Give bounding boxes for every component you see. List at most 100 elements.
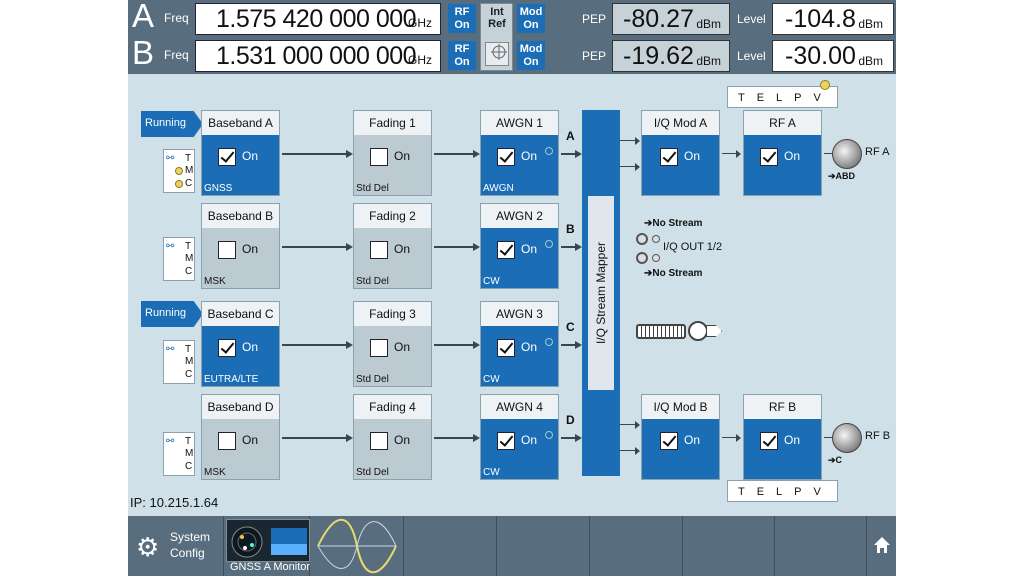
- link-icon: ⚯: [166, 344, 175, 355]
- arrow-icon: [473, 341, 480, 349]
- tmc-box-d[interactable]: ⚯ T M C: [163, 432, 195, 476]
- rf-toggle-a[interactable]: RF On: [448, 4, 476, 33]
- arrow-icon: [346, 243, 353, 251]
- bnc-connector-icon[interactable]: [636, 233, 648, 245]
- stream-mapper-panel: I/Q Stream Mapper: [588, 196, 614, 390]
- signal-line: [824, 437, 832, 438]
- taskbar-slot-5[interactable]: [497, 516, 590, 576]
- block-title: RF B: [744, 395, 821, 419]
- on-checkbox[interactable]: [370, 432, 388, 450]
- pep-value: -80.27: [623, 5, 694, 33]
- on-checkbox[interactable]: [497, 241, 515, 259]
- block-title: AWGN 1: [481, 111, 558, 135]
- taskbar-slot-8[interactable]: [775, 516, 867, 576]
- link-icon: ⚯: [166, 436, 175, 447]
- block-title: I/Q Mod B: [642, 395, 719, 419]
- signal-line: [561, 153, 575, 155]
- block-subtitle: Std Del: [356, 374, 389, 385]
- level-unit: dBm: [858, 17, 883, 31]
- running-indicator-c[interactable]: Running: [141, 301, 203, 327]
- tmc-box-c[interactable]: ⚯ T M C: [163, 340, 195, 384]
- baseband-c-block[interactable]: Baseband C On EUTRA/LTE: [201, 301, 280, 387]
- iq-mod-a-block[interactable]: I/Q Mod A On: [641, 110, 720, 196]
- level-label: Level: [737, 12, 766, 26]
- rf-b-block[interactable]: RF B On: [743, 394, 822, 480]
- int-ref-label: Int Ref: [488, 6, 506, 30]
- on-checkbox[interactable]: [370, 339, 388, 357]
- bnc-connector-icon[interactable]: [636, 252, 648, 264]
- on-checkbox[interactable]: [370, 241, 388, 259]
- on-checkbox[interactable]: [497, 148, 515, 166]
- rf-b-connector-icon[interactable]: [832, 423, 862, 453]
- level-field-b[interactable]: -30.00 dBm: [772, 40, 894, 72]
- signal-line: [561, 437, 575, 439]
- reference-icon: [485, 42, 509, 66]
- baseband-b-block[interactable]: Baseband B On MSK: [201, 203, 280, 289]
- waveform-tile[interactable]: [310, 516, 404, 576]
- header: A Freq 1.575 420 000 000 GHz RF On Mod O…: [128, 0, 896, 74]
- rf-a-block[interactable]: RF A On: [743, 110, 822, 196]
- awgn-4-block[interactable]: AWGN 4 On CW: [480, 394, 559, 480]
- on-checkbox[interactable]: [660, 432, 678, 450]
- running-indicator-a[interactable]: Running: [141, 111, 203, 137]
- block-title: Fading 3: [354, 302, 431, 326]
- tmc-box-b[interactable]: ⚯ T M C: [163, 237, 195, 281]
- fading-4-block[interactable]: Fading 4 On Std Del: [353, 394, 432, 480]
- baseband-d-block[interactable]: Baseband D On MSK: [201, 394, 280, 480]
- iq-stream-mapper[interactable]: I/Q Stream Mapper: [582, 110, 620, 476]
- fading-2-block[interactable]: Fading 2 On Std Del: [353, 203, 432, 289]
- gnss-monitor-tile[interactable]: GNSS A Monitor: [224, 516, 310, 576]
- rf-a-connector-label: RF A: [865, 146, 890, 158]
- gear-icon: ⚙: [136, 532, 160, 562]
- awgn-2-block[interactable]: AWGN 2 On CW: [480, 203, 559, 289]
- rf-a-routing: ➔ABD: [828, 171, 856, 181]
- taskbar-slot-4[interactable]: [404, 516, 497, 576]
- block-title: Baseband D: [202, 395, 279, 419]
- block-subtitle: Std Del: [356, 276, 389, 287]
- awgn-3-block[interactable]: AWGN 3 On CW: [480, 301, 559, 387]
- home-icon[interactable]: [873, 536, 891, 554]
- on-checkbox[interactable]: [218, 148, 236, 166]
- fading-3-block[interactable]: Fading 3 On Std Del: [353, 301, 432, 387]
- on-checkbox[interactable]: [218, 339, 236, 357]
- telpv-indicator-a[interactable]: TELPV: [727, 86, 838, 108]
- telpv-indicator-b[interactable]: TELPV: [727, 480, 838, 502]
- mod-toggle-a[interactable]: Mod On: [517, 4, 545, 33]
- taskbar-slot-6[interactable]: [590, 516, 683, 576]
- freq-unit: GHz: [408, 53, 432, 67]
- rf-a-connector-icon[interactable]: [832, 139, 862, 169]
- mod-toggle-b[interactable]: Mod On: [517, 41, 545, 70]
- on-checkbox[interactable]: [760, 148, 778, 166]
- iq-mod-b-block[interactable]: I/Q Mod B On: [641, 394, 720, 480]
- tmc-box-a[interactable]: ⚯ T M C: [163, 149, 195, 193]
- arrow-icon: [473, 243, 480, 251]
- int-ref-button[interactable]: Int Ref: [480, 3, 513, 71]
- taskbar-slot-7[interactable]: [683, 516, 775, 576]
- block-title: RF A: [744, 111, 821, 135]
- digital-connector-icon[interactable]: [636, 324, 686, 339]
- on-checkbox[interactable]: [660, 148, 678, 166]
- on-checkbox[interactable]: [497, 432, 515, 450]
- freq-field-a[interactable]: 1.575 420 000 000 GHz: [195, 3, 441, 35]
- fading-1-block[interactable]: Fading 1 On Std Del: [353, 110, 432, 196]
- on-label: On: [242, 149, 259, 163]
- level-value: -30.00: [785, 42, 856, 70]
- on-checkbox[interactable]: [218, 241, 236, 259]
- arrow-icon: [635, 421, 640, 429]
- status-led: [175, 180, 183, 188]
- level-field-a[interactable]: -104.8 dBm: [772, 3, 894, 35]
- tmc-m: M: [185, 356, 194, 367]
- on-checkbox[interactable]: [218, 432, 236, 450]
- pep-label: PEP: [582, 12, 607, 26]
- baseband-a-block[interactable]: Baseband A On GNSS: [201, 110, 280, 196]
- awgn-1-block[interactable]: AWGN 1 On AWGN: [480, 110, 559, 196]
- system-config-button[interactable]: ⚙ System Config: [128, 516, 224, 576]
- arrow-icon: [736, 434, 741, 442]
- on-checkbox[interactable]: [760, 432, 778, 450]
- freq-field-b[interactable]: 1.531 000 000 000 GHz: [195, 40, 441, 72]
- on-checkbox[interactable]: [370, 148, 388, 166]
- status-led: [545, 338, 553, 346]
- rf-toggle-b[interactable]: RF On: [448, 41, 476, 70]
- on-checkbox[interactable]: [497, 339, 515, 357]
- level-unit: dBm: [858, 54, 883, 68]
